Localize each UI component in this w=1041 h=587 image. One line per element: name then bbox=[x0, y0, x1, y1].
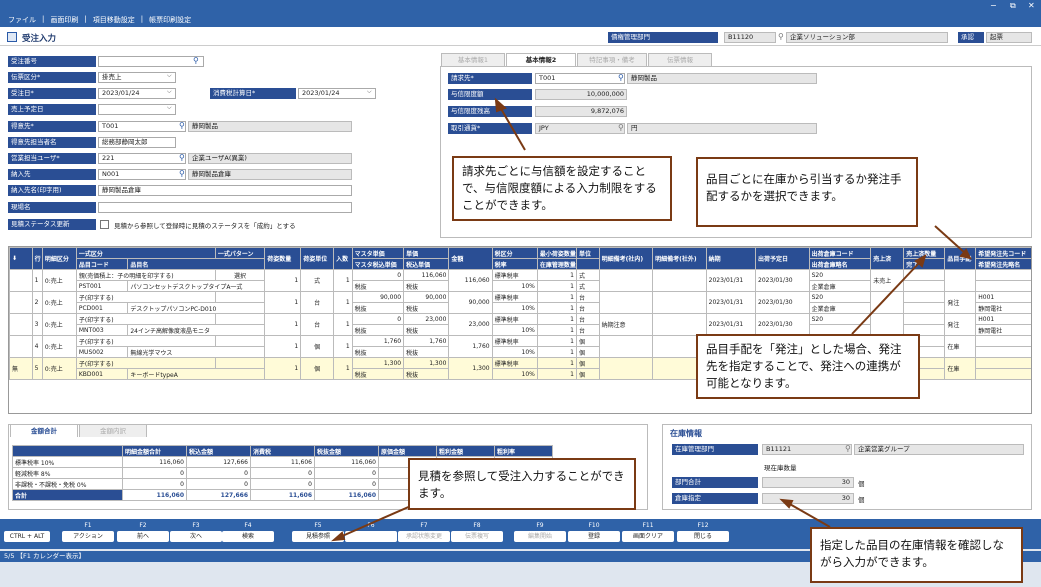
callout-stock-info: 指定した品目の在庫情報を確認しながら入力ができます。 bbox=[810, 527, 1023, 583]
callout-item-arrange: 品目ごとに在庫から引当するか発注手配するかを選択できます。 bbox=[696, 157, 918, 227]
callout-credit-limit: 請求先ごとに与信額を設定することで、与信限度額による入力制限をすることができます… bbox=[452, 156, 672, 221]
callout-quote-reference: 見積を参照して受注入力することができます。 bbox=[408, 458, 636, 510]
callout-purchase-link: 品目手配を「発注」とした場合、発注先を指定することで、発注への連携が可能となりま… bbox=[696, 334, 920, 399]
